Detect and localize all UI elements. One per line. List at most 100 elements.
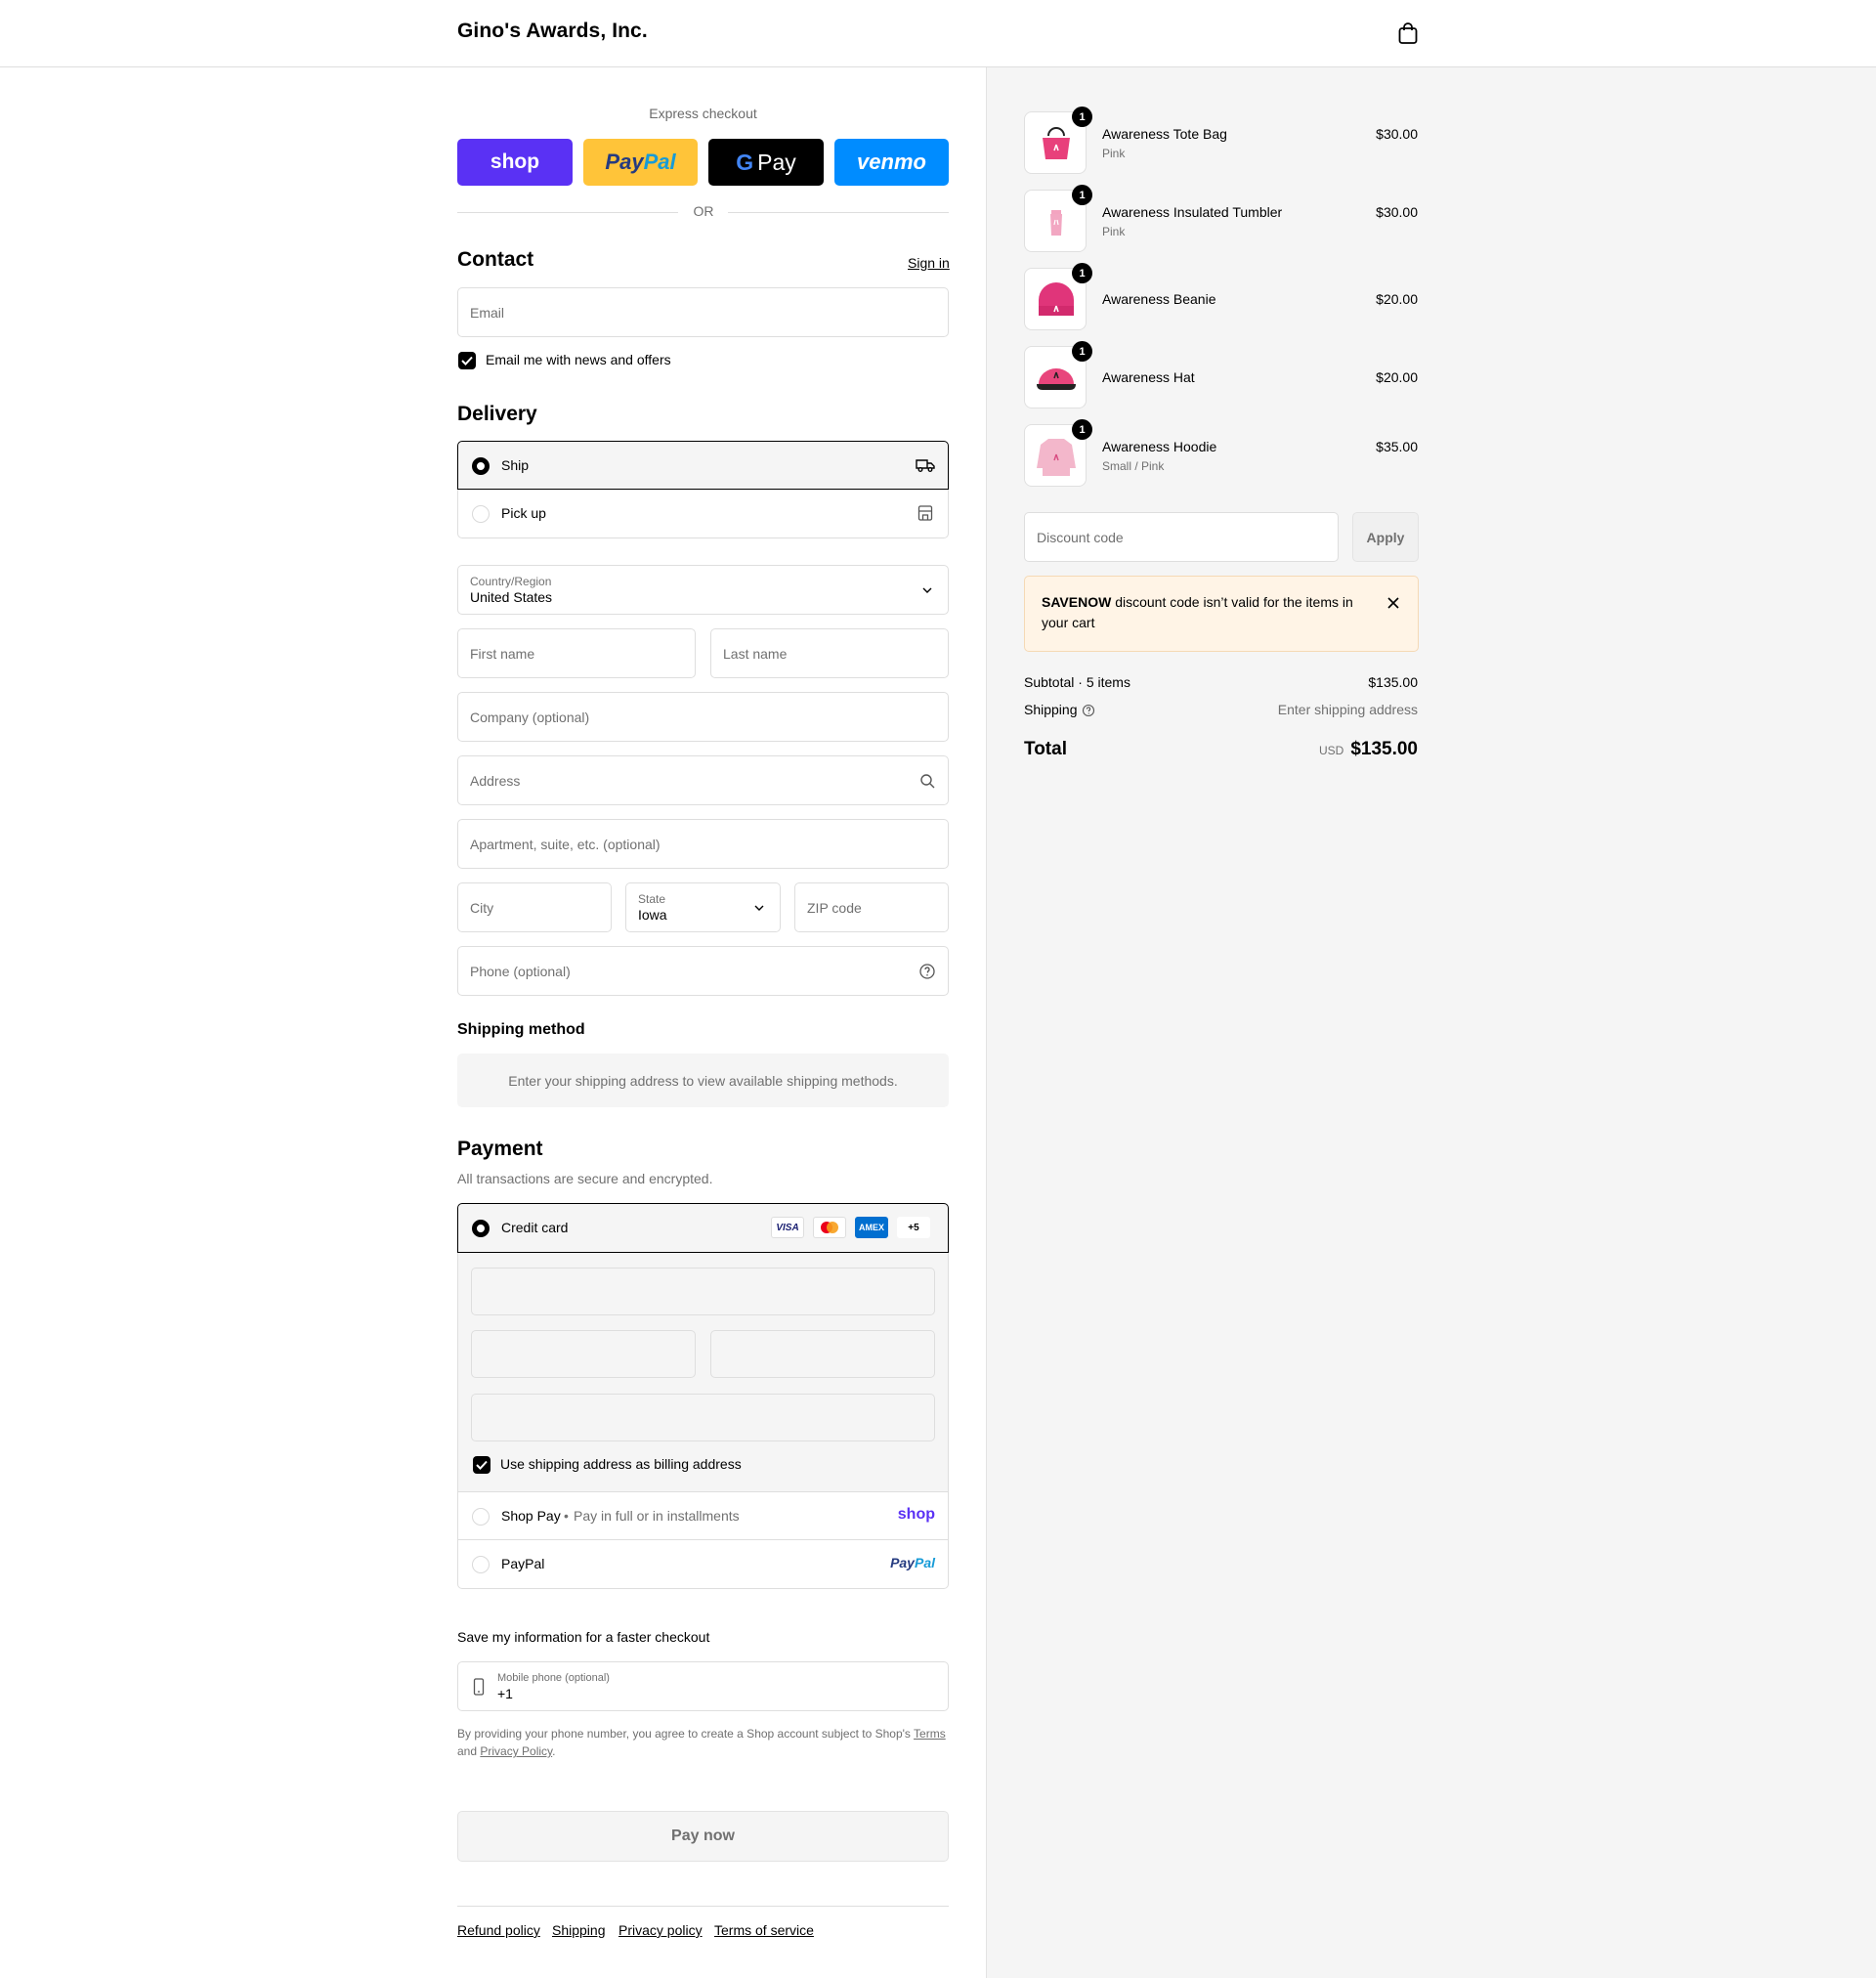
item-price: $30.00 bbox=[1376, 126, 1418, 142]
shop-pay-radio[interactable] bbox=[472, 1508, 490, 1526]
mobile-phone-label: Mobile phone (optional) bbox=[497, 1671, 610, 1684]
ship-radio[interactable] bbox=[472, 457, 490, 475]
item-variant: Pink bbox=[1102, 147, 1126, 160]
item-quantity-badge: 1 bbox=[1072, 341, 1092, 362]
item-price: $30.00 bbox=[1376, 204, 1418, 220]
item-price: $20.00 bbox=[1376, 291, 1418, 307]
terms-of-service-link[interactable]: Terms of service bbox=[714, 1922, 814, 1938]
save-info-heading: Save my information for a faster checkou… bbox=[457, 1629, 710, 1645]
item-name: Awareness Hoodie bbox=[1102, 439, 1217, 454]
pickup-radio[interactable] bbox=[472, 505, 490, 523]
city-field[interactable] bbox=[457, 882, 612, 932]
email-field[interactable] bbox=[457, 287, 949, 337]
paypal-logo-pay: Pay bbox=[605, 150, 644, 174]
mobile-phone-icon bbox=[473, 1678, 485, 1696]
address-field[interactable] bbox=[457, 755, 949, 805]
company-input[interactable] bbox=[470, 709, 936, 725]
refund-policy-link[interactable]: Refund policy bbox=[457, 1922, 540, 1938]
paypal-logo-pal: Pal bbox=[914, 1555, 935, 1570]
help-circle-icon[interactable] bbox=[1082, 704, 1095, 717]
country-select[interactable]: Country/Region United States bbox=[457, 565, 949, 615]
venmo-express-button[interactable]: venmo bbox=[834, 139, 949, 186]
discount-error-alert: SAVENOW discount code isn’t valid for th… bbox=[1024, 576, 1419, 652]
discount-code-input[interactable] bbox=[1037, 529, 1326, 545]
pickup-label: Pick up bbox=[501, 505, 546, 521]
apartment-field[interactable] bbox=[457, 819, 949, 869]
pay-now-button[interactable]: Pay now bbox=[457, 1811, 949, 1862]
phone-field[interactable] bbox=[457, 946, 949, 996]
news-checkbox-label: Email me with news and offers bbox=[486, 352, 671, 367]
shipping-method-info: Enter your shipping address to view avai… bbox=[457, 1054, 949, 1107]
first-name-field[interactable] bbox=[457, 628, 696, 678]
delivery-heading: Delivery bbox=[457, 403, 537, 425]
city-input[interactable] bbox=[470, 899, 599, 916]
credit-card-label: Credit card bbox=[501, 1220, 569, 1235]
paypal-express-button[interactable]: Pay Pal bbox=[583, 139, 698, 186]
shop-privacy-link[interactable]: Privacy Policy bbox=[480, 1744, 552, 1758]
card-number-field[interactable] bbox=[471, 1268, 935, 1315]
paypal-radio[interactable] bbox=[472, 1556, 490, 1573]
checkmark-icon bbox=[476, 1460, 488, 1470]
store-icon bbox=[917, 505, 933, 521]
shop-pay-express-button[interactable]: shop bbox=[457, 139, 573, 186]
phone-input[interactable] bbox=[470, 963, 936, 979]
sign-in-link[interactable]: Sign in bbox=[908, 255, 950, 271]
country-value: United States bbox=[470, 588, 553, 605]
address-input[interactable] bbox=[470, 772, 936, 789]
shop-pay-label: Shop Pay bbox=[501, 1508, 561, 1524]
close-icon[interactable] bbox=[1386, 596, 1400, 610]
item-quantity-badge: 1 bbox=[1072, 185, 1092, 205]
first-name-input[interactable] bbox=[470, 645, 683, 662]
ship-label: Ship bbox=[501, 457, 530, 473]
amex-icon: AMEX bbox=[855, 1217, 888, 1238]
mobile-phone-field[interactable]: Mobile phone (optional) +1 bbox=[457, 1661, 949, 1711]
shop-terms-link[interactable]: Terms bbox=[914, 1727, 946, 1741]
paypal-logo-pal: Pal bbox=[643, 150, 676, 174]
credit-card-radio[interactable] bbox=[472, 1220, 490, 1237]
card-expiry-field[interactable] bbox=[471, 1330, 696, 1378]
email-input[interactable] bbox=[470, 304, 936, 321]
help-circle-icon[interactable] bbox=[918, 963, 936, 980]
last-name-input[interactable] bbox=[723, 645, 936, 662]
news-checkbox[interactable] bbox=[458, 352, 476, 369]
search-icon bbox=[920, 774, 935, 789]
paypal-logo-pay: Pay bbox=[890, 1555, 915, 1570]
item-price: $20.00 bbox=[1376, 369, 1418, 385]
shop-pay-logo: shop bbox=[897, 1506, 935, 1523]
shop-pay-option[interactable]: Shop Pay • Pay in full or in installment… bbox=[457, 1491, 949, 1540]
state-value: Iowa bbox=[638, 906, 667, 923]
shipping-value: Enter shipping address bbox=[1277, 702, 1418, 717]
privacy-policy-link[interactable]: Privacy policy bbox=[618, 1922, 703, 1938]
store-name[interactable]: Gino's Awards, Inc. bbox=[457, 20, 648, 43]
last-name-field[interactable] bbox=[710, 628, 949, 678]
state-label: State bbox=[638, 891, 666, 906]
paypal-label: PayPal bbox=[501, 1556, 545, 1571]
zip-field[interactable] bbox=[794, 882, 949, 932]
discount-code-field[interactable] bbox=[1024, 512, 1339, 562]
item-quantity-badge: 1 bbox=[1072, 419, 1092, 440]
billing-address-checkbox[interactable] bbox=[473, 1456, 490, 1474]
mobile-phone-value: +1 bbox=[497, 1685, 513, 1701]
company-field[interactable] bbox=[457, 692, 949, 742]
apartment-input[interactable] bbox=[470, 836, 936, 852]
item-name: Awareness Hat bbox=[1102, 369, 1195, 385]
shop-legal-text: By providing your phone number, you agre… bbox=[457, 1725, 949, 1760]
card-security-code-field[interactable] bbox=[710, 1330, 935, 1378]
shipping-policy-link[interactable]: Shipping bbox=[552, 1922, 606, 1938]
contact-heading: Contact bbox=[457, 248, 534, 271]
state-select[interactable]: State Iowa bbox=[625, 882, 781, 932]
google-pay-express-button[interactable]: G Pay bbox=[708, 139, 824, 186]
subtotal-label: Subtotal · 5 items bbox=[1024, 674, 1130, 690]
shopping-bag-icon[interactable] bbox=[1397, 22, 1419, 45]
item-quantity-badge: 1 bbox=[1072, 107, 1092, 127]
or-divider-text: OR bbox=[693, 203, 714, 219]
apply-discount-button[interactable]: Apply bbox=[1352, 512, 1419, 562]
item-name: Awareness Beanie bbox=[1102, 291, 1216, 307]
total-amount: USD $135.00 bbox=[1319, 739, 1418, 760]
paypal-option[interactable]: PayPal PayPal bbox=[457, 1540, 949, 1589]
pickup-option[interactable]: Pick up bbox=[457, 490, 949, 538]
ship-option[interactable]: Ship bbox=[457, 441, 949, 490]
zip-input[interactable] bbox=[807, 899, 936, 916]
shop-logo: shop bbox=[490, 150, 540, 173]
card-name-field[interactable] bbox=[471, 1394, 935, 1441]
